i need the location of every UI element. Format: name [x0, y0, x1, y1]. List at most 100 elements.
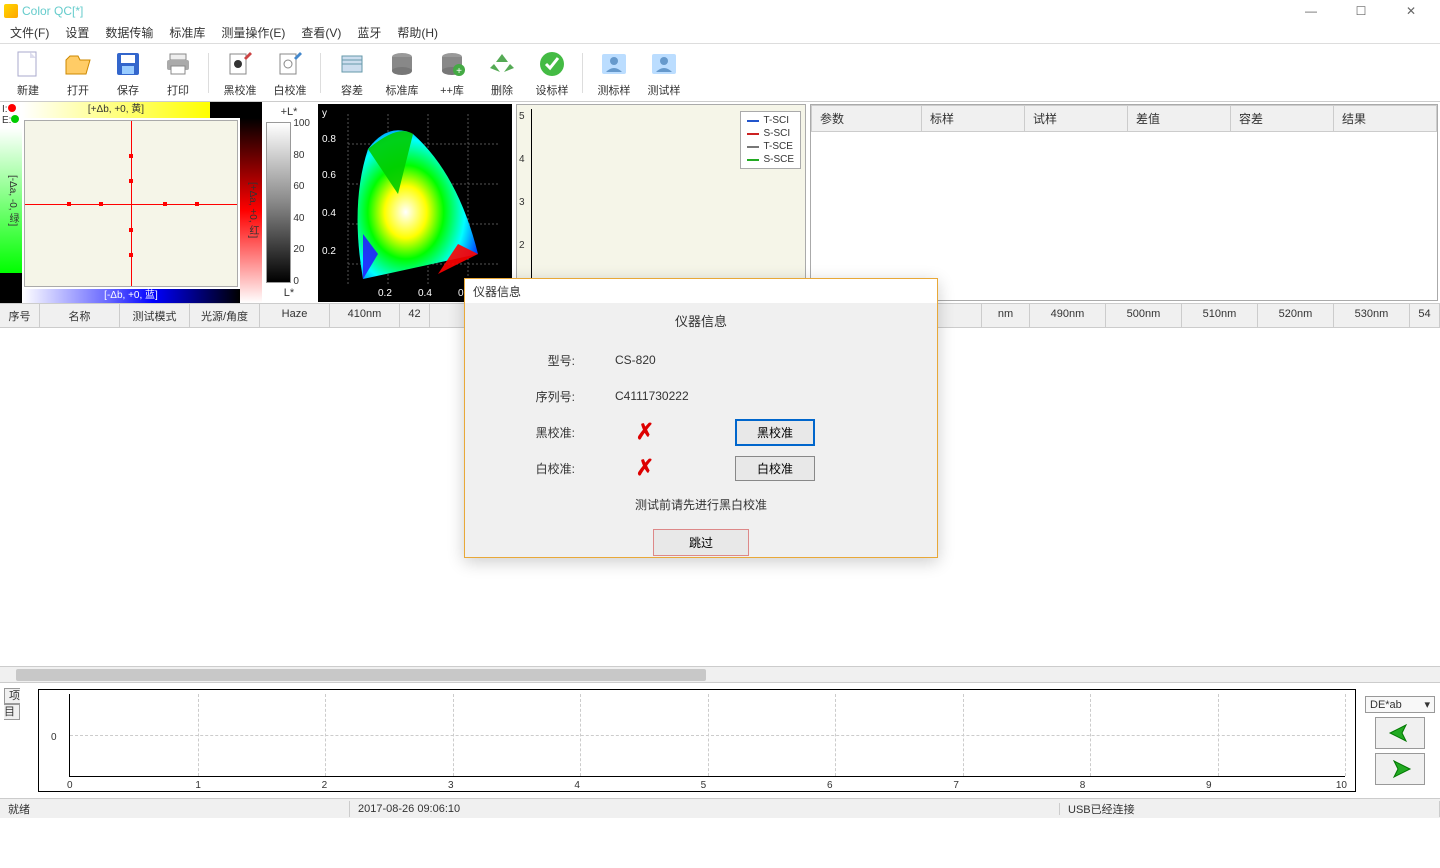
tolerance-icon [336, 48, 368, 80]
person-icon [598, 48, 630, 80]
serial-value: C4111730222 [615, 389, 735, 403]
status-usb: USB已经连接 [1060, 801, 1440, 817]
app-icon [4, 4, 18, 18]
maximize-button[interactable]: ☐ [1346, 1, 1376, 21]
window-title: Color QC[*] [22, 4, 1296, 18]
delete-button[interactable]: 删除 [478, 46, 526, 100]
col-diff[interactable]: 差值 [1128, 106, 1231, 132]
status-bar: 就绪 2017-08-26 09:06:10 USB已经连接 [0, 798, 1440, 818]
minimize-button[interactable]: — [1296, 1, 1326, 21]
check-icon [536, 48, 568, 80]
dialog-title: 仪器信息 [465, 279, 937, 303]
new-button[interactable]: 新建 [4, 46, 52, 100]
white-cal-dialog-button[interactable]: 白校准 [735, 456, 815, 481]
col-param[interactable]: 参数 [812, 106, 922, 132]
arrow-right-icon [1386, 759, 1414, 779]
col-name[interactable]: 名称 [40, 304, 120, 327]
col-standard[interactable]: 标样 [922, 106, 1025, 132]
title-bar: Color QC[*] — ☐ ✕ [0, 0, 1440, 22]
new-file-icon [12, 48, 44, 80]
stdlib-button[interactable]: 标准库 [378, 46, 426, 100]
scroll-thumb[interactable] [16, 669, 706, 681]
black-cal-button[interactable]: 黑校准 [216, 46, 264, 100]
printer-icon [162, 48, 194, 80]
col-530nm[interactable]: 530nm [1334, 304, 1410, 327]
menu-stdlib[interactable]: 标准库 [165, 22, 209, 43]
prev-button[interactable] [1375, 717, 1425, 749]
lab-left-strip: I: E: [-Δa, -0, 绿] [0, 102, 22, 303]
svg-text:+: + [456, 66, 462, 77]
col-410nm[interactable]: 410nm [330, 304, 400, 327]
open-button[interactable]: 打开 [54, 46, 102, 100]
col-haze[interactable]: Haze [260, 304, 330, 327]
black-cal-icon [224, 48, 256, 80]
col-xnm[interactable]: nm [982, 304, 1030, 327]
red-axis-label: [+Δa, +0, 红] [240, 118, 262, 303]
dot-icon [11, 115, 19, 123]
col-54x[interactable]: 54 [1410, 304, 1440, 327]
white-cal-label: 白校准: [485, 460, 615, 477]
project-tab-area: 项目 [0, 683, 34, 798]
params-panel: 参数 标样 试样 差值 容差 结果 [810, 104, 1438, 301]
col-seq[interactable]: 序号 [0, 304, 40, 327]
de-mode-dropdown[interactable]: DE*ab ▾ [1365, 696, 1435, 713]
status-datetime: 2017-08-26 09:06:10 [350, 803, 1060, 815]
menu-file[interactable]: 文件(F) [6, 22, 53, 43]
menu-bluetooth[interactable]: 蓝牙 [353, 22, 385, 43]
horizontal-scrollbar[interactable] [0, 666, 1440, 682]
save-button[interactable]: 保存 [104, 46, 152, 100]
bottom-chart-row: 项目 0 0 1 2 3 4 5 6 7 8 9 10 DE*ab ▾ [0, 682, 1440, 798]
cie-chromaticity-chart [318, 104, 512, 302]
next-button[interactable] [1375, 753, 1425, 785]
pluslib-button[interactable]: + ++库 [428, 46, 476, 100]
tolerance-button[interactable]: 容差 [328, 46, 376, 100]
menu-measure[interactable]: 测量操作(E) [217, 22, 289, 43]
col-42x[interactable]: 42 [400, 304, 430, 327]
toolbar-separator [582, 53, 584, 93]
lab-panel: I: E: [-Δa, -0, 绿] [+Δb, +0, 黄] [0, 102, 262, 303]
menu-data[interactable]: 数据传输 [101, 22, 157, 43]
cie-panel[interactable]: y x 0.8 0.6 0.4 0.2 0.2 0.4 0.6 [318, 104, 512, 301]
menu-bar: 文件(F) 设置 数据传输 标准库 测量操作(E) 查看(V) 蓝牙 帮助(H) [0, 22, 1440, 44]
arrow-left-icon [1386, 723, 1414, 743]
set-standard-button[interactable]: 设标样 [528, 46, 576, 100]
database-icon [386, 48, 418, 80]
skip-button[interactable]: 跳过 [653, 529, 749, 556]
lab-right-strip: [+Δa, +0, 红] [240, 102, 262, 303]
project-tab[interactable]: 项目 [4, 688, 20, 720]
dot-icon [8, 104, 16, 112]
print-button[interactable]: 打印 [154, 46, 202, 100]
toolbar-separator [208, 53, 210, 93]
black-cal-dialog-button[interactable]: 黑校准 [735, 419, 815, 446]
menu-view[interactable]: 查看(V) [297, 22, 345, 43]
measure-standard-button[interactable]: 测标样 [590, 46, 638, 100]
yellow-axis-label: [+Δb, +0, 黄] [22, 102, 210, 118]
lab-quadrant-chart[interactable] [24, 120, 238, 287]
measure-test-button[interactable]: 测试样 [640, 46, 688, 100]
col-result[interactable]: 结果 [1334, 106, 1437, 132]
folder-open-icon [62, 48, 94, 80]
menu-help[interactable]: 帮助(H) [393, 22, 442, 43]
col-mode[interactable]: 测试模式 [120, 304, 190, 327]
person-icon [648, 48, 680, 80]
col-tolerance[interactable]: 容差 [1231, 106, 1334, 132]
white-cal-button[interactable]: 白校准 [266, 46, 314, 100]
window-controls: — ☐ ✕ [1296, 1, 1436, 21]
calibration-hint: 测试前请先进行黑白校准 [485, 496, 917, 513]
col-510nm[interactable]: 510nm [1182, 304, 1258, 327]
white-cal-icon [274, 48, 306, 80]
col-520nm[interactable]: 520nm [1258, 304, 1334, 327]
bottom-chart[interactable]: 0 0 1 2 3 4 5 6 7 8 9 10 [38, 689, 1356, 792]
panels-row: I: E: [-Δa, -0, 绿] [+Δb, +0, 黄] [0, 102, 1440, 304]
col-illum[interactable]: 光源/角度 [190, 304, 260, 327]
spectrum-panel[interactable]: 5 4 3 2 1 T-SCI S-SCI T-SCE S-SCE [516, 104, 806, 301]
col-sample[interactable]: 试样 [1025, 106, 1128, 132]
close-button[interactable]: ✕ [1396, 1, 1426, 21]
spectrum-legend: T-SCI S-SCI T-SCE S-SCE [740, 111, 801, 169]
dialog-heading: 仪器信息 [485, 311, 917, 330]
col-500nm[interactable]: 500nm [1106, 304, 1182, 327]
black-cal-label: 黑校准: [485, 424, 615, 441]
menu-settings[interactable]: 设置 [61, 22, 93, 43]
col-490nm[interactable]: 490nm [1030, 304, 1106, 327]
instrument-info-dialog: 仪器信息 仪器信息 型号: CS-820 序列号: C4111730222 黑校… [464, 278, 938, 558]
